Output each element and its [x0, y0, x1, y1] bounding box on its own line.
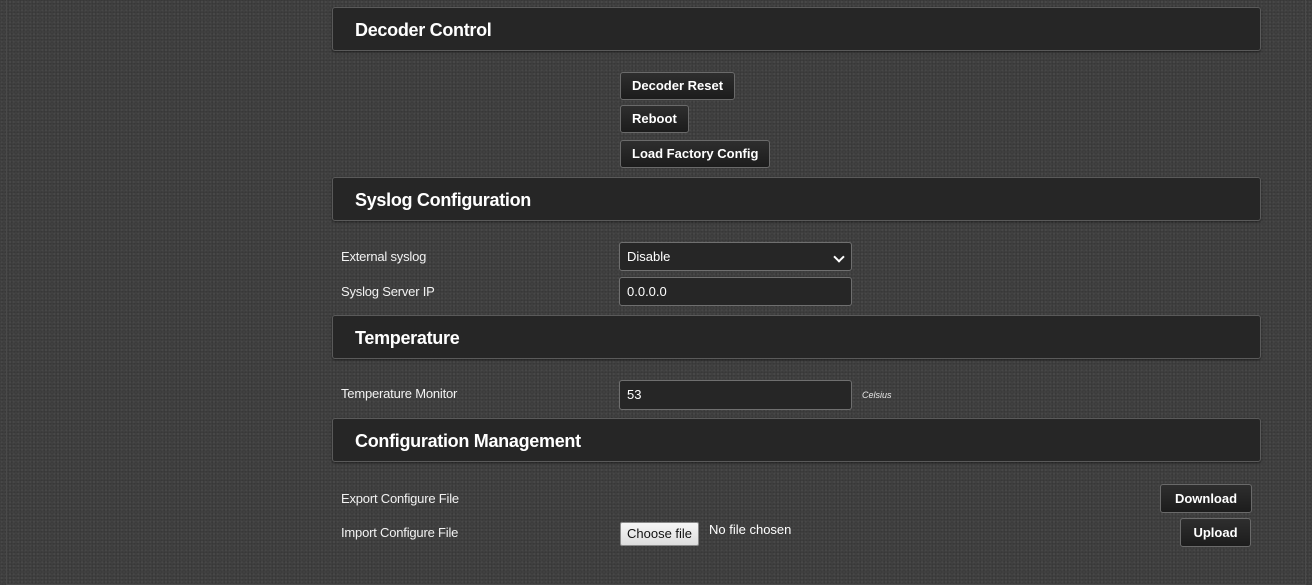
temperature-value: 53: [627, 387, 642, 402]
external-syslog-select[interactable]: Disable: [619, 242, 852, 271]
section-header-config-management: Configuration Management: [332, 418, 1261, 462]
export-configure-file-label: Export Configure File: [341, 491, 459, 506]
section-title: Syslog Configuration: [355, 190, 531, 210]
temperature-unit: Celsius: [862, 390, 892, 400]
syslog-server-ip-input[interactable]: 0.0.0.0: [619, 277, 852, 306]
section-header-decoder-control: Decoder Control: [332, 7, 1261, 51]
load-factory-config-button[interactable]: Load Factory Config: [620, 140, 771, 168]
section-title: Decoder Control: [355, 20, 492, 40]
file-status-text: No file chosen: [709, 522, 792, 537]
syslog-server-ip-label: Syslog Server IP: [341, 284, 435, 299]
temperature-monitor-input: 53: [619, 380, 852, 410]
section-title: Configuration Management: [355, 431, 581, 451]
upload-button[interactable]: Upload: [1180, 518, 1251, 547]
choose-file-button[interactable]: Choose file: [620, 522, 700, 546]
external-syslog-value: Disable: [627, 249, 671, 264]
temperature-monitor-label: Temperature Monitor: [341, 386, 458, 401]
section-header-temperature: Temperature: [332, 315, 1261, 359]
section-title: Temperature: [355, 328, 460, 348]
chevron-down-icon: [833, 251, 845, 263]
download-button[interactable]: Download: [1160, 484, 1252, 513]
reboot-button[interactable]: Reboot: [620, 105, 689, 133]
decoder-reset-button[interactable]: Decoder Reset: [620, 72, 736, 100]
syslog-server-ip-value: 0.0.0.0: [627, 284, 667, 299]
section-header-syslog: Syslog Configuration: [332, 177, 1261, 221]
external-syslog-label: External syslog: [341, 249, 427, 264]
import-configure-file-label: Import Configure File: [341, 525, 459, 540]
